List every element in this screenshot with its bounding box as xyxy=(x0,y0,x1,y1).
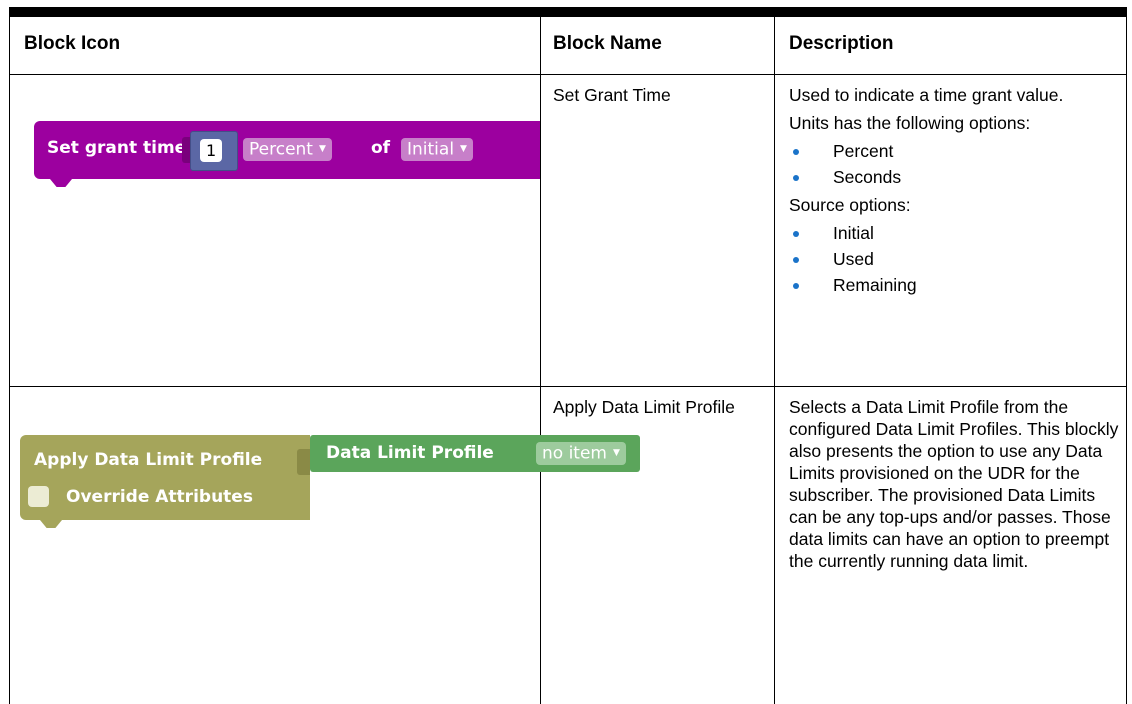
input-connector xyxy=(297,449,310,475)
table-divider-1 xyxy=(540,17,541,704)
list-item: Percent xyxy=(789,140,1119,162)
set-grant-time-block: Set grant time 1 Percent ▼ of Initial ▼ xyxy=(34,121,540,179)
row1-block-name: Set Grant Time xyxy=(553,85,671,105)
number-block: 1 xyxy=(190,131,238,171)
apply-data-limit-profile-block: Apply Data Limit Profile Override Attrib… xyxy=(20,435,310,520)
set-grant-time-label: Set grant time xyxy=(47,138,187,158)
profile-dropdown[interactable]: no item ▼ xyxy=(536,442,626,465)
source-dropdown-value: Initial xyxy=(407,139,455,160)
of-label: of xyxy=(371,138,391,158)
row2-block-name: Apply Data Limit Profile xyxy=(553,397,735,417)
unit-dropdown-value: Percent xyxy=(249,139,313,160)
chevron-down-icon: ▼ xyxy=(460,144,467,154)
list-item: Used xyxy=(789,248,1119,270)
apply-data-limit-profile-label: Apply Data Limit Profile xyxy=(34,450,263,470)
row1-description: Used to indicate a time grant value. Uni… xyxy=(789,84,1119,302)
override-checkbox[interactable] xyxy=(28,486,49,507)
row2-description-text: Selects a Data Limit Profile from the co… xyxy=(789,397,1119,571)
list-item: Seconds xyxy=(789,166,1119,188)
profile-dropdown-value: no item xyxy=(542,443,607,464)
units-heading: Units has the following options: xyxy=(789,113,1031,133)
chevron-down-icon: ▼ xyxy=(613,448,620,458)
unit-dropdown[interactable]: Percent ▼ xyxy=(243,138,332,161)
row1-intro: Used to indicate a time grant value. xyxy=(789,85,1064,105)
data-limit-profile-label: Data Limit Profile xyxy=(326,443,494,463)
table-border-right xyxy=(1126,17,1127,704)
row2-description: Selects a Data Limit Profile from the co… xyxy=(789,396,1119,578)
data-limit-profile-block: Data Limit Profile no item ▼ xyxy=(310,435,640,472)
header-block-icon: Block Icon xyxy=(24,33,121,54)
header-block-name: Block Name xyxy=(553,33,662,54)
input-connector xyxy=(182,137,190,163)
source-heading: Source options: xyxy=(789,195,911,215)
row-divider xyxy=(9,386,1127,387)
list-item: Initial xyxy=(789,222,1119,244)
table-divider-2 xyxy=(774,17,775,704)
number-field[interactable]: 1 xyxy=(200,139,223,162)
source-dropdown[interactable]: Initial ▼ xyxy=(401,138,473,161)
table-top-rule xyxy=(9,7,1127,17)
block-next-connector xyxy=(50,179,72,187)
list-item: Remaining xyxy=(789,274,1119,296)
chevron-down-icon: ▼ xyxy=(318,144,326,154)
header-description: Description xyxy=(789,33,894,54)
table-border-left xyxy=(9,17,10,704)
units-list: Percent Seconds xyxy=(789,140,1119,188)
block-next-connector xyxy=(40,520,62,528)
override-attributes-label: Override Attributes xyxy=(66,487,253,507)
header-bottom-rule xyxy=(9,74,1127,75)
sources-list: Initial Used Remaining xyxy=(789,222,1119,296)
